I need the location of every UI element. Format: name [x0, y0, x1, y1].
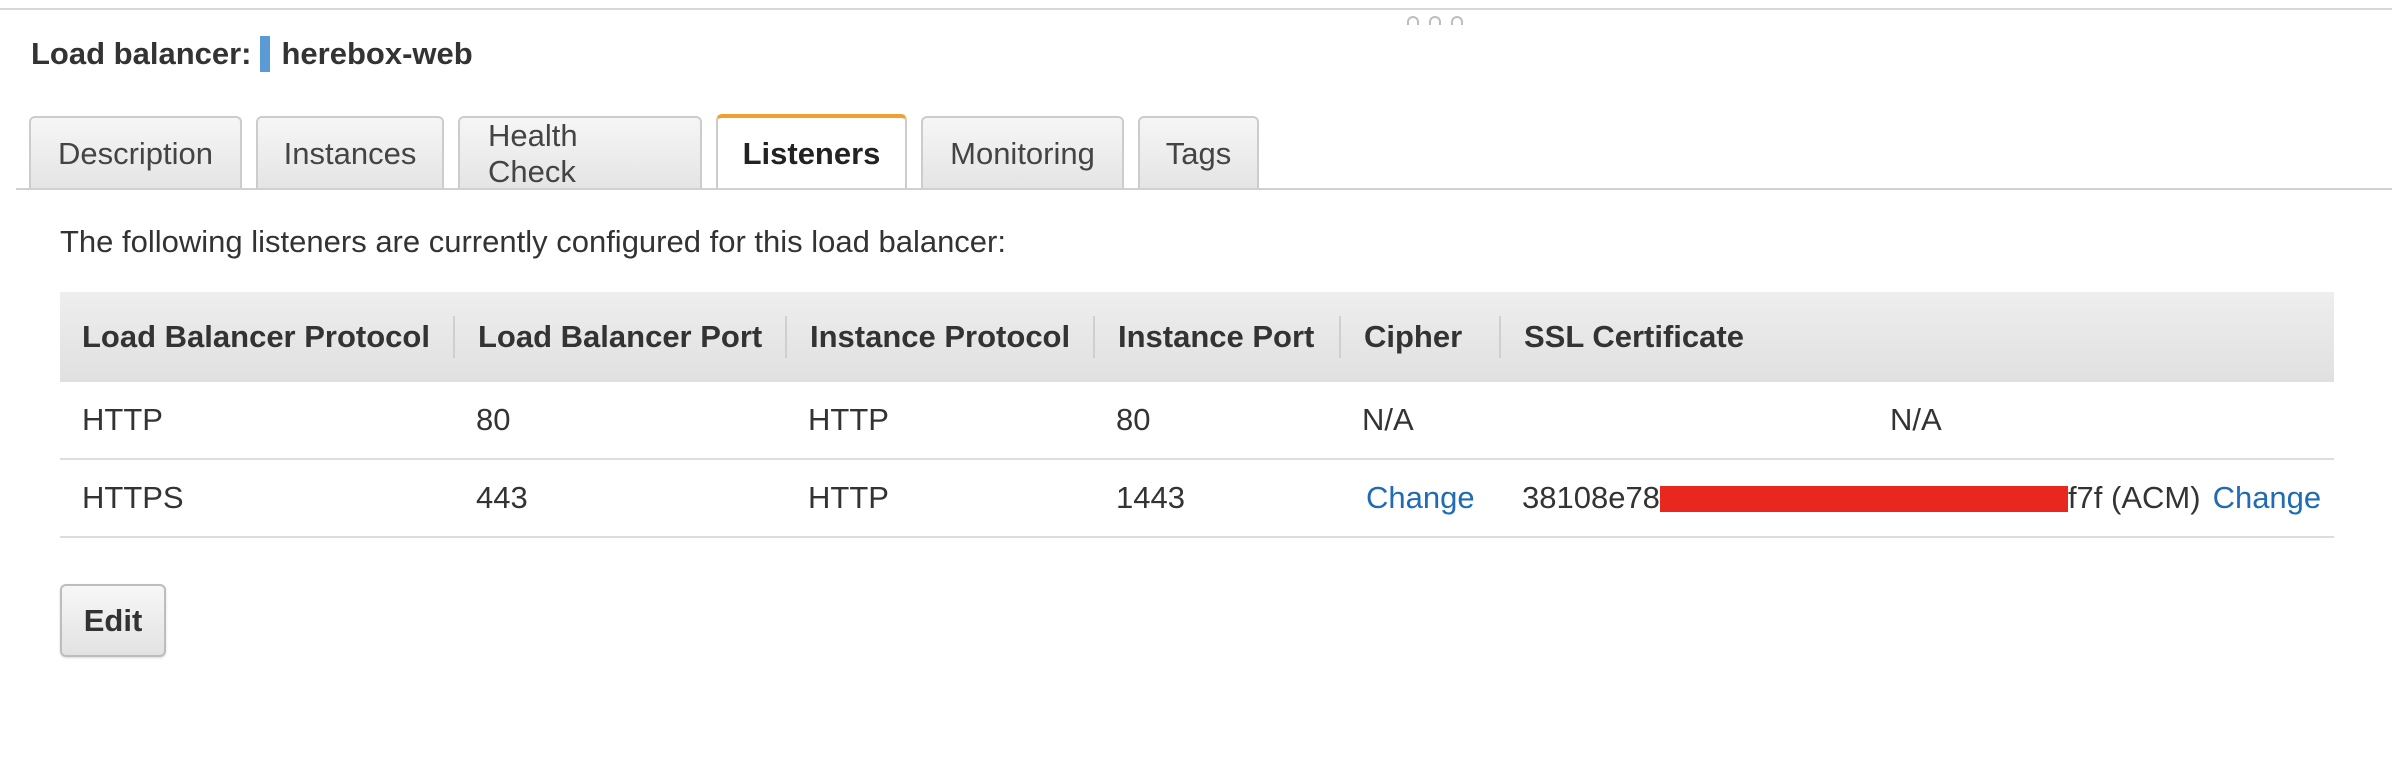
- column-header-ssl-certificate[interactable]: SSL Certificate: [1524, 292, 1744, 382]
- listeners-intro-text: The following listeners are currently co…: [60, 224, 1006, 259]
- cell-cipher: N/A: [1362, 402, 1414, 437]
- column-header-instance-protocol[interactable]: Instance Protocol: [810, 292, 1070, 382]
- cell-lb-protocol: HTTPS: [82, 480, 184, 515]
- tab-bar: Description Instances Health Check Liste…: [29, 114, 1259, 190]
- column-header-lb-port[interactable]: Load Balancer Port: [478, 292, 762, 382]
- resize-handle-dot: [1429, 16, 1441, 25]
- ssl-certificate-id-prefix: 38108e78: [1522, 480, 1660, 515]
- resize-handle-dot: [1407, 16, 1419, 25]
- tabs-divider: [16, 188, 2392, 190]
- tab-monitoring[interactable]: Monitoring: [921, 116, 1124, 189]
- ssl-change-link[interactable]: Change: [2213, 480, 2322, 516]
- column-header-cipher[interactable]: Cipher: [1364, 292, 1462, 382]
- tab-description[interactable]: Description: [29, 116, 242, 189]
- column-header-instance-port[interactable]: Instance Port: [1118, 292, 1314, 382]
- resize-handle[interactable]: [1407, 16, 1463, 25]
- column-header-lb-protocol[interactable]: Load Balancer Protocol: [82, 292, 430, 382]
- listeners-table: Load Balancer Protocol Load Balancer Por…: [60, 292, 2334, 538]
- cipher-change-link[interactable]: Change: [1366, 460, 1475, 536]
- tab-instances[interactable]: Instances: [256, 116, 444, 189]
- tab-tags[interactable]: Tags: [1138, 116, 1259, 189]
- tab-health-check[interactable]: Health Check: [458, 116, 702, 189]
- column-separator: [453, 316, 455, 358]
- load-balancer-header: Load balancer: herebox-web: [31, 34, 473, 74]
- panel-top-border: [0, 8, 2392, 10]
- load-balancer-name: herebox-web: [281, 36, 473, 71]
- column-separator: [1499, 316, 1501, 358]
- table-header: Load Balancer Protocol Load Balancer Por…: [60, 292, 2334, 382]
- column-separator: [1339, 316, 1341, 358]
- table-row: HTTP 80 HTTP 80 N/A N/A: [60, 382, 2334, 460]
- name-marker: [259, 36, 270, 72]
- cell-lb-port: 443: [476, 480, 528, 515]
- column-separator: [1093, 316, 1095, 358]
- cell-ssl-certificate: N/A: [1890, 402, 1942, 437]
- load-balancer-label: Load balancer:: [31, 36, 252, 71]
- cell-ssl-certificate: 38108e78 f7f (ACM) Change: [1522, 460, 2321, 536]
- resize-handle-dot: [1451, 16, 1463, 25]
- table-row: HTTPS 443 HTTP 1443 Change 38108e78 f7f (…: [60, 460, 2334, 538]
- redaction-bar: [1659, 486, 2068, 512]
- edit-button[interactable]: Edit: [60, 584, 166, 657]
- column-separator: [785, 316, 787, 358]
- ssl-certificate-id-suffix: f7f (ACM): [2067, 480, 2201, 515]
- cell-instance-protocol: HTTP: [808, 402, 889, 437]
- cell-instance-protocol: HTTP: [808, 480, 889, 515]
- tab-listeners[interactable]: Listeners: [716, 114, 907, 190]
- cell-instance-port: 1443: [1116, 480, 1185, 515]
- cell-lb-protocol: HTTP: [82, 402, 163, 437]
- cell-lb-port: 80: [476, 402, 511, 437]
- cell-instance-port: 80: [1116, 402, 1151, 437]
